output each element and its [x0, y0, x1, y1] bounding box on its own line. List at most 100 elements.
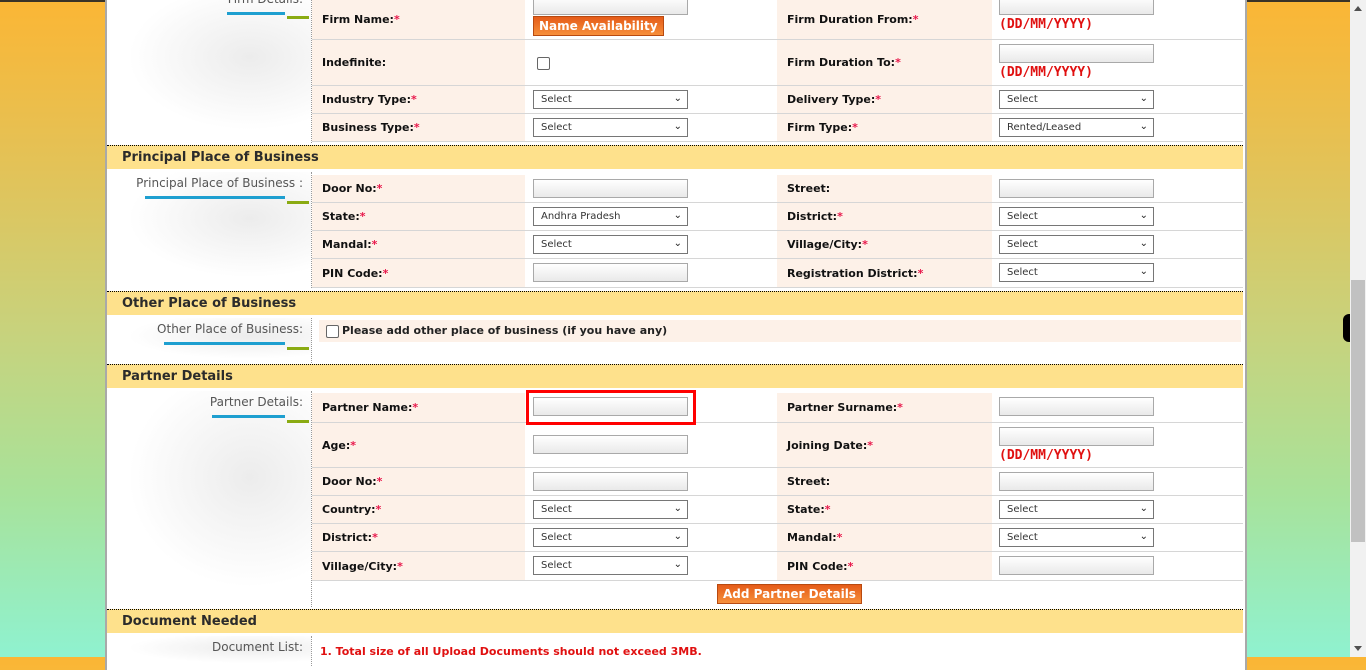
industry-type-label: Industry Type: *: [312, 86, 525, 113]
state-label: State: *: [312, 203, 525, 230]
partner-pin-code-input[interactable]: [999, 556, 1154, 575]
chevron-down-icon: ⌄: [673, 238, 682, 249]
partner-country-row: Country: * Select ⌄ State: * Select ⌄: [312, 496, 1243, 524]
business-type-label: Business Type: *: [312, 114, 525, 141]
indefinite-checkbox[interactable]: [537, 57, 550, 70]
country-select[interactable]: Select ⌄: [533, 500, 688, 519]
partner-village-city-select[interactable]: Select ⌄: [533, 556, 688, 575]
chevron-down-icon: ⌄: [1139, 531, 1148, 542]
joining-date-input[interactable]: [999, 427, 1154, 446]
underline-blue: [227, 12, 285, 15]
district-select[interactable]: Select ⌄: [999, 207, 1154, 226]
underline-blue: [164, 342, 285, 345]
street-label: Street:: [777, 175, 992, 202]
state-select[interactable]: Andhra Pradesh ⌄: [533, 207, 688, 226]
business-type-select[interactable]: Select ⌄: [533, 118, 688, 137]
partner-details-left: Partner Details:: [107, 391, 312, 607]
partner-street-input[interactable]: [999, 472, 1154, 491]
firm-duration-to-input[interactable]: [999, 44, 1154, 63]
partner-door-no-input[interactable]: [533, 472, 688, 491]
mandal-select[interactable]: Select ⌄: [533, 235, 688, 254]
chevron-down-icon: ⌄: [673, 559, 682, 570]
partner-door-no-label: Door No: *: [312, 468, 525, 495]
partner-door-row: Door No: * Street:: [312, 468, 1243, 496]
principal-door-row: Door No: * Street:: [312, 175, 1243, 203]
partner-details-left-label: Partner Details:: [209, 395, 303, 409]
other-place-checkbox[interactable]: [326, 325, 339, 338]
village-city-select[interactable]: Select ⌄: [999, 235, 1154, 254]
chevron-down-icon: ⌄: [1139, 238, 1148, 249]
firm-details-left: Firm Details:: [107, 0, 312, 143]
date-format-hint: (DD/MM/YYYY): [999, 17, 1093, 32]
chevron-down-icon: ⌄: [673, 121, 682, 132]
scrollbar[interactable]: [1350, 0, 1366, 657]
underline-blue: [212, 415, 285, 418]
add-partner-details-button[interactable]: Add Partner Details: [717, 584, 862, 604]
firm-name-input[interactable]: [533, 0, 688, 15]
registration-district-select[interactable]: Select ⌄: [999, 263, 1154, 282]
mandal-label: Mandal: *: [312, 231, 525, 258]
chevron-down-icon: ⌄: [1139, 503, 1148, 514]
principal-pin-row: PIN Code: * Registration District: * Selec…: [312, 259, 1243, 288]
document-size-note: 1. Total size of all Upload Documents sh…: [320, 645, 702, 658]
underline-green: [287, 420, 309, 423]
industry-type-row: Industry Type: * Select ⌄ Delivery Type: * …: [312, 86, 1243, 114]
scroll-up-arrow-icon[interactable]: [1354, 6, 1362, 11]
village-city-label: Village/City: *: [777, 231, 992, 258]
principal-mandal-row: Mandal: * Select ⌄ Village/City: * Select ⌄: [312, 231, 1243, 259]
chevron-down-icon: ⌄: [673, 531, 682, 542]
partner-surname-input[interactable]: [999, 397, 1154, 416]
firm-type-select[interactable]: Rented/Leased ⌄: [999, 118, 1154, 137]
underline-green: [287, 16, 309, 19]
firm-details-left-label: Firm Details:: [228, 0, 303, 6]
other-place-heading: Other Place of Business: [107, 291, 1243, 315]
scroll-down-arrow-icon[interactable]: [1354, 646, 1362, 651]
scroll-thumb[interactable]: [1351, 280, 1365, 542]
firm-name-row: Firm Name: * Name Availability Firm Durat…: [312, 0, 1243, 40]
principal-place-left-label: Principal Place of Business :: [136, 176, 303, 190]
firm-name-label: Firm Name: *: [312, 0, 525, 39]
delivery-type-select[interactable]: Select ⌄: [999, 90, 1154, 109]
chevron-down-icon: ⌄: [673, 210, 682, 221]
partner-age-row: Age: * Joining Date: * (DD/MM/YYYY): [312, 423, 1243, 468]
firm-duration-from-input[interactable]: [999, 0, 1154, 15]
chevron-down-icon: ⌄: [673, 93, 682, 104]
name-availability-button[interactable]: Name Availability: [533, 16, 664, 36]
indefinite-label: Indefinite:: [312, 40, 525, 85]
other-place-row: Please add other place of business (if y…: [319, 320, 1241, 342]
partner-street-label: Street:: [777, 468, 992, 495]
street-input[interactable]: [999, 179, 1154, 198]
partner-district-row: District: * Select ⌄ Mandal: * Select ⌄: [312, 524, 1243, 552]
other-place-left-label: Other Place of Business:: [157, 322, 303, 336]
other-place-checkbox-label[interactable]: Please add other place of business (if y…: [342, 324, 667, 337]
chevron-down-icon: ⌄: [1139, 93, 1148, 104]
indefinite-row: Indefinite: Firm Duration To: * (DD/MM/YY…: [312, 40, 1243, 86]
pin-code-input[interactable]: [533, 263, 688, 282]
partner-village-city-label: Village/City: *: [312, 552, 525, 580]
door-no-label: Door No: *: [312, 175, 525, 202]
firm-duration-from-label: Firm Duration From: *: [777, 0, 992, 39]
firm-duration-to-label: Firm Duration To: *: [777, 40, 992, 85]
firm-type-label: Firm Type: *: [777, 114, 992, 141]
delivery-type-label: Delivery Type: *: [777, 86, 992, 113]
date-format-hint: (DD/MM/YYYY): [999, 65, 1093, 80]
industry-type-select[interactable]: Select ⌄: [533, 90, 688, 109]
partner-state-label: State: *: [777, 496, 992, 523]
pin-code-label: PIN Code: *: [312, 259, 525, 287]
door-no-input[interactable]: [533, 179, 688, 198]
date-format-hint: (DD/MM/YYYY): [999, 448, 1093, 463]
registration-district-label: Registration District: *: [777, 259, 992, 287]
age-input[interactable]: [533, 435, 688, 454]
partner-mandal-select[interactable]: Select ⌄: [999, 528, 1154, 547]
documents-left: Document List:: [107, 636, 312, 666]
country-label: Country: *: [312, 496, 525, 523]
documents-heading: Document Needed: [107, 609, 1243, 633]
partner-state-select[interactable]: Select ⌄: [999, 500, 1154, 519]
partner-mandal-label: Mandal: *: [777, 524, 992, 551]
principal-state-row: State: * Andhra Pradesh ⌄ District: * Selec…: [312, 203, 1243, 231]
chevron-down-icon: ⌄: [673, 503, 682, 514]
focus-highlight-box: [526, 390, 696, 425]
partner-district-select[interactable]: Select ⌄: [533, 528, 688, 547]
chevron-down-icon: ⌄: [1139, 210, 1148, 221]
partner-name-row: Partner Name: * Partner Surname: *: [312, 393, 1243, 423]
